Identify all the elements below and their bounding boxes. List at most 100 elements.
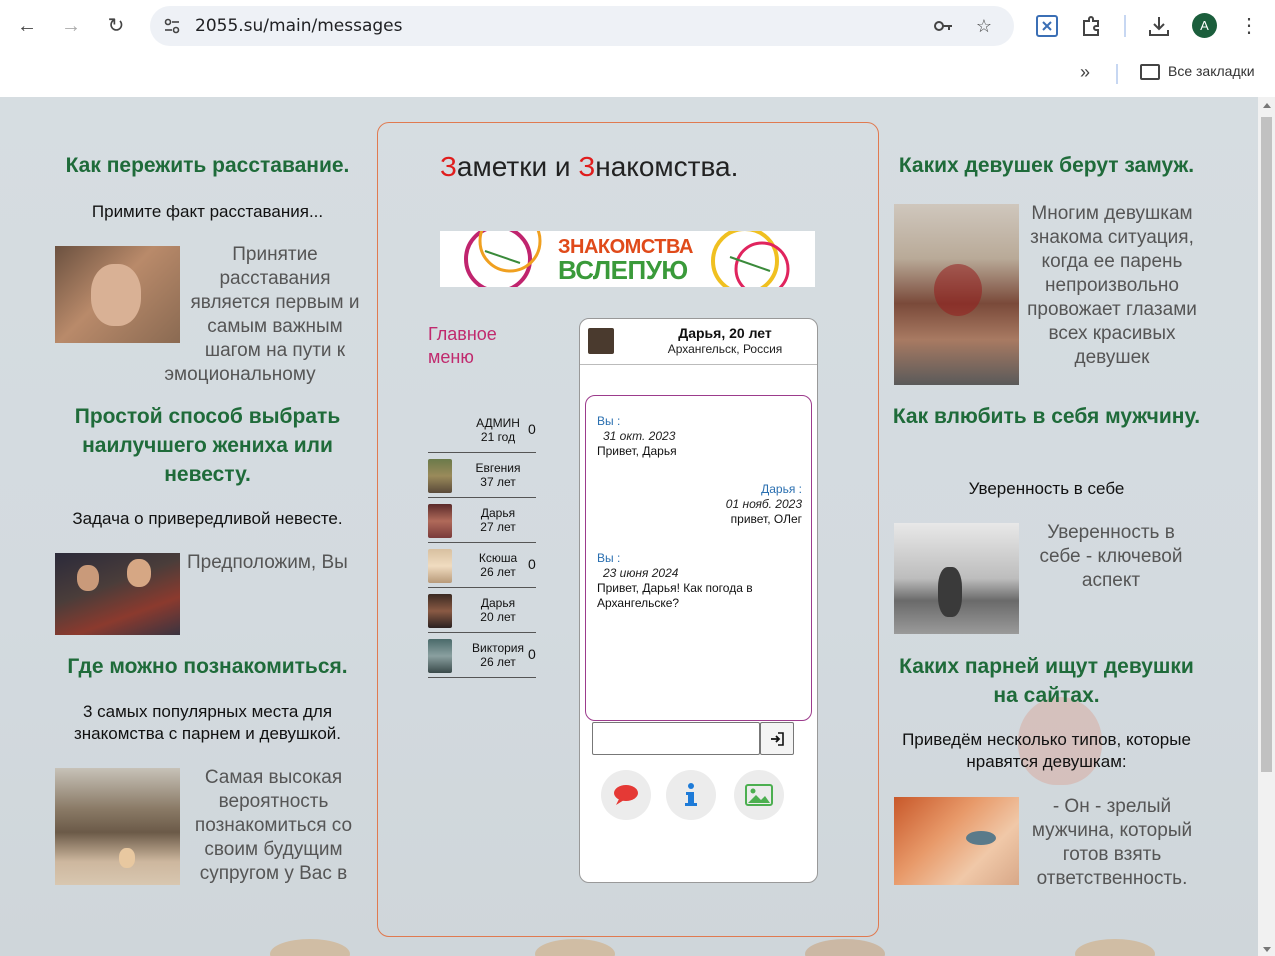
bottom-decoration-4 — [1075, 939, 1155, 956]
scrollbar-thumb[interactable] — [1261, 117, 1272, 772]
download-icon[interactable] — [1145, 12, 1173, 40]
left-article-3-image[interactable] — [55, 768, 180, 885]
message-input[interactable] — [592, 722, 760, 755]
message-sender: Дарья : — [761, 482, 802, 496]
contact-age: 26 лет — [480, 655, 516, 669]
message-text: Привет, Дарья! Как погода в Архангельске… — [597, 581, 753, 610]
site-title-letter-1: З — [440, 151, 457, 182]
extensions-puzzle-icon[interactable] — [1078, 12, 1106, 40]
left-article-1-body: Принятие расставания является первым и с… — [164, 244, 360, 385]
contact-name: Дарья 20 лет — [458, 596, 538, 624]
contact-count: 0 — [528, 646, 536, 662]
folder-icon[interactable] — [1140, 64, 1160, 80]
page-scrollbar[interactable] — [1258, 97, 1275, 956]
contact-photo[interactable] — [428, 594, 452, 628]
contact-name: Виктория 26 лет — [458, 641, 538, 669]
message-text: Привет, Дарья — [597, 444, 677, 458]
left-article-3-title[interactable]: Где можно познакомиться. — [55, 652, 360, 681]
extension-x-icon[interactable] — [1033, 12, 1061, 40]
banner-line-2: ВСЛЕПУЮ — [558, 255, 688, 285]
contact-item[interactable]: АДМИН 21 год 0 — [428, 408, 536, 453]
contact-item[interactable]: Дарья 27 лет — [428, 498, 536, 543]
chat-partner-city: Архангельск, Россия — [667, 342, 783, 356]
right-article-1-image[interactable] — [894, 204, 1019, 385]
main-menu-line-1: Главное — [428, 324, 497, 344]
right-article-3-body: - Он - зрелый мужчина, который готов взя… — [1031, 796, 1193, 889]
blind-dating-banner[interactable]: ЗНАКОМСТВА ВСЛЕПУЮ — [440, 231, 815, 287]
contact-name: Ксюша 26 лет — [458, 551, 538, 579]
right-article-3-image[interactable] — [894, 797, 1019, 885]
contact-age: 26 лет — [480, 565, 516, 579]
left-article-1-title[interactable]: Как пережить расставание. — [55, 151, 360, 180]
toolbar-divider — [1124, 15, 1126, 37]
right-article-2-image[interactable] — [894, 523, 1019, 634]
contact-item[interactable]: Дарья 20 лет — [428, 588, 536, 633]
contact-name-text: Дарья — [480, 596, 516, 610]
message-sender: Вы : — [597, 414, 621, 428]
message-sender: Вы : — [597, 551, 621, 565]
site-title-part-1: аметки и — [456, 151, 579, 182]
scroll-up-icon[interactable] — [1263, 103, 1271, 108]
chat-header: Дарья, 20 лет Архангельск, Россия — [580, 319, 817, 365]
key-icon[interactable] — [932, 15, 954, 37]
bottom-decoration-2 — [535, 939, 615, 956]
chevron-double-right-icon[interactable]: » — [1080, 62, 1090, 83]
contact-photo[interactable] — [428, 459, 452, 493]
left-article-2-image[interactable] — [55, 553, 180, 635]
address-bar[interactable]: 2055.su/main/messages ☆ — [150, 6, 1014, 46]
message-item: Вы : 31 окт. 2023 Привет, Дарья — [597, 414, 802, 459]
contact-item[interactable]: Евгения 37 лет — [428, 453, 536, 498]
banner-text: ЗНАКОМСТВА ВСЛЕПУЮ — [558, 237, 693, 285]
contact-photo[interactable] — [428, 639, 452, 673]
right-article-3-title[interactable]: Каких парней ищут девушки на сайтах. — [890, 652, 1203, 710]
left-article-1-body-wrap: Принятие расставания является первым и с… — [120, 243, 360, 385]
right-article-2-title[interactable]: Как влюбить в себя мужчину. — [890, 402, 1203, 431]
contact-photo[interactable] — [428, 504, 452, 538]
contact-age: 21 год — [480, 430, 516, 444]
contact-item[interactable]: Виктория 26 лет 0 — [428, 633, 536, 678]
menu-kebab-icon[interactable]: ⋮ — [1235, 12, 1263, 40]
site-title-part-2: накомства. — [595, 151, 739, 182]
forward-icon[interactable]: → — [57, 12, 85, 40]
site-title[interactable]: Заметки и Знакомства. — [378, 151, 878, 183]
right-article-2-body: Уверенность в себе - ключевой аспект — [1039, 522, 1183, 591]
contact-name: Евгения 37 лет — [458, 461, 538, 489]
chat-partner-name[interactable]: Дарья, 20 лет — [640, 325, 810, 341]
send-button[interactable] — [760, 722, 794, 755]
bookmarks-bar: » Все закладки — [0, 52, 1275, 97]
chat-partner-avatar[interactable] — [588, 328, 614, 354]
reload-icon[interactable]: ↻ — [102, 12, 130, 40]
url-text[interactable]: 2055.su/main/messages — [195, 16, 403, 36]
scroll-down-icon[interactable] — [1263, 947, 1271, 952]
page-viewport: Как пережить расставание. Примите факт р… — [0, 97, 1258, 956]
all-bookmarks-link[interactable]: Все закладки — [1168, 63, 1255, 79]
contact-name-text: АДМИН — [476, 416, 520, 430]
left-article-3-subtitle: 3 самых популярных места для знакомства … — [74, 702, 341, 743]
photo-button[interactable] — [734, 770, 784, 820]
sign-in-icon — [771, 732, 784, 746]
left-article-2-title[interactable]: Простой способ выбрать наилучшего жениха… — [55, 402, 360, 489]
profile-avatar[interactable]: A — [1192, 13, 1217, 38]
info-button[interactable] — [666, 770, 716, 820]
message-history[interactable]: Вы : 31 окт. 2023 Привет, Дарья Дарья : … — [585, 395, 812, 721]
right-article-1-title[interactable]: Каких девушек берут замуж. — [890, 151, 1203, 180]
contact-photo[interactable] — [428, 549, 452, 583]
speech-bubble-icon — [614, 785, 638, 805]
contact-item[interactable]: Ксюша 26 лет 0 — [428, 543, 536, 588]
main-menu-link[interactable]: Главное меню — [428, 323, 497, 369]
star-icon[interactable]: ☆ — [973, 15, 995, 37]
contact-name-text: Евгения — [475, 461, 521, 475]
messages-button[interactable] — [601, 770, 651, 820]
contact-name-text: Виктория — [471, 641, 524, 655]
right-article-1-body: Многим девушкам знакома ситуация, когда … — [1027, 203, 1197, 368]
browser-toolbar: ← → ↻ 2055.su/main/messages ☆ A ⋮ — [0, 0, 1275, 52]
site-settings-icon[interactable] — [162, 16, 182, 36]
contact-count: 0 — [528, 556, 536, 572]
message-date: 01 нояб. 2023 — [725, 497, 802, 511]
center-panel: Заметки и Знакомства. ЗНАКОМСТВА ВСЛЕПУЮ… — [377, 122, 879, 937]
message-date: 31 окт. 2023 — [603, 429, 676, 443]
back-icon[interactable]: ← — [13, 12, 41, 40]
contact-name-text: Дарья — [480, 506, 516, 520]
image-icon — [745, 784, 773, 806]
message-date: 23 июня 2024 — [603, 566, 679, 580]
